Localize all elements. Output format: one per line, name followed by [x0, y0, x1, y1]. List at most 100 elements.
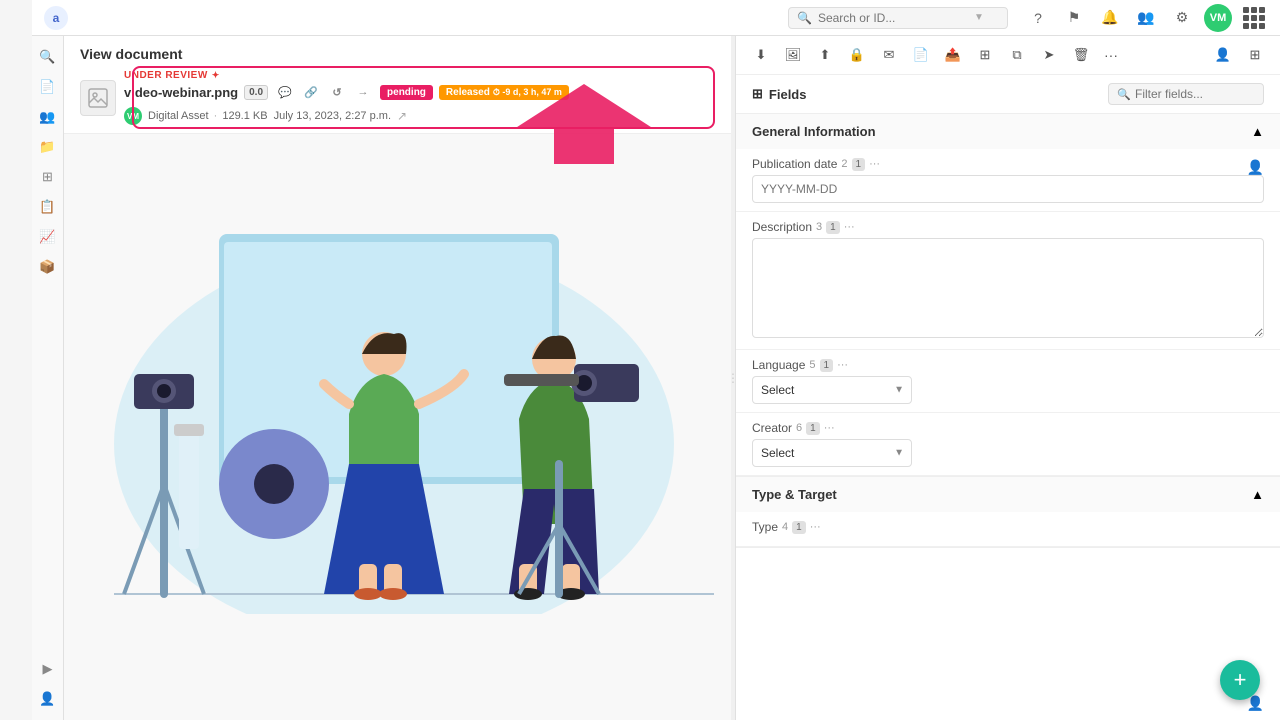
fields-header: ⊞ Fields 🔍	[736, 75, 1280, 114]
comment-btn[interactable]: 💬	[274, 81, 296, 103]
field-more-btn[interactable]: ···	[844, 221, 855, 233]
right-toolbar: ⬇ 🖼 ⬆ 🔒 ✉ 📄 📤 ⊞ ⧉ ➤ 🗑 ··· 👤 ⊞	[736, 36, 1280, 75]
topbar-icons: ? ⚑ 🔔 👥 ⚙ VM	[1024, 4, 1268, 32]
fields-icon: ⊞	[752, 86, 763, 102]
section2-collapse-icon: ▲	[1251, 487, 1264, 502]
toolbar-upload-btn[interactable]: ⬆	[812, 42, 838, 68]
page-title: View document	[80, 46, 715, 62]
type-label: Type 4 1 ···	[752, 520, 1264, 534]
description-label: Description 3 1 ···	[752, 220, 1264, 234]
type-target-title: Type & Target	[752, 487, 837, 502]
language-select-wrapper: Select English French German Spanish ▼	[752, 376, 912, 404]
doc-image-area	[64, 134, 731, 720]
search-input[interactable]	[818, 11, 968, 25]
user-avatar[interactable]: VM	[1204, 4, 1232, 32]
fab-add-button[interactable]: +	[1220, 660, 1260, 700]
toolbar-file-btn[interactable]: 📄	[908, 42, 934, 68]
copy-link-btn[interactable]: 🔗	[300, 81, 322, 103]
doc-date: July 13, 2023, 2:27 p.m.	[274, 110, 391, 122]
language-label: Language 5 1 ···	[752, 358, 1264, 372]
toolbar-person-settings-btn[interactable]: 👤	[1210, 42, 1236, 68]
toolbar-image-btn[interactable]: 🖼	[780, 42, 806, 68]
description-row: Description 3 1 ···	[736, 212, 1280, 350]
field-more-btn[interactable]: ···	[837, 359, 848, 371]
toolbar-export-btn[interactable]: 📤	[940, 42, 966, 68]
toolbar-copy-btn[interactable]: ⧉	[1004, 42, 1030, 68]
left-settings-icon[interactable]: 👤	[35, 686, 61, 712]
type-row: Type 4 1 ···	[736, 512, 1280, 547]
doc-actions: 💬 🔗 ↺ →	[274, 81, 374, 103]
type-target-section: Type & Target ▲ Type 4 1 ···	[736, 477, 1280, 548]
left-box-icon[interactable]: 📦	[35, 254, 61, 280]
toolbar-delete-btn[interactable]: 🗑	[1068, 42, 1094, 68]
arrow-svg	[494, 74, 694, 194]
field-more-btn[interactable]: ···	[824, 422, 835, 434]
doc-illustration	[64, 134, 724, 614]
search-dropdown-icon[interactable]: ▼	[974, 12, 984, 23]
fields-title: ⊞ Fields	[752, 86, 806, 102]
flag-icon[interactable]: ⚑	[1060, 4, 1088, 32]
team-icon[interactable]: 👥	[1132, 4, 1160, 32]
general-information-title: General Information	[752, 124, 876, 139]
logo[interactable]: a	[44, 6, 68, 30]
toolbar-expand-btn[interactable]: ⊞	[1242, 42, 1268, 68]
field-more-btn[interactable]: ···	[869, 158, 880, 170]
toolbar-lock-btn[interactable]: 🔒	[844, 42, 870, 68]
language-row: Language 5 1 ··· Select English French G…	[736, 350, 1280, 413]
doc-user-info: Digital Asset · 129.1 KB	[148, 110, 268, 122]
publication-date-label: Publication date 2 1 ···	[752, 157, 1264, 171]
refresh-btn[interactable]: ↺	[326, 81, 348, 103]
publication-date-input[interactable]	[752, 175, 1264, 203]
toolbar-send-btn[interactable]: ➤	[1036, 42, 1062, 68]
help-icon[interactable]: ?	[1024, 4, 1052, 32]
language-select[interactable]: Select English French German Spanish	[752, 376, 912, 404]
bell-icon[interactable]: 🔔	[1096, 4, 1124, 32]
left-widgets-icon[interactable]: ⊞	[35, 164, 61, 190]
grid-icon	[1243, 7, 1265, 29]
general-information-header[interactable]: General Information ▲	[736, 114, 1280, 149]
main-area: 🔍 📄 👥 📁 ⊞ 📋 📈 📦 ▶ 👤 View document	[32, 36, 1280, 720]
arrow-btn[interactable]: →	[352, 81, 374, 103]
topbar: a 🔍 ▼ ? ⚑ 🔔 👥 ⚙ VM	[32, 0, 1280, 36]
doc-thumbnail	[80, 80, 116, 116]
fields-search-input[interactable]	[1135, 87, 1255, 101]
left-search-icon[interactable]: 🔍	[35, 44, 61, 70]
creator-label: Creator 6 1 ···	[752, 421, 1264, 435]
field-more-btn[interactable]: ···	[810, 521, 821, 533]
section-collapse-icon: ▲	[1251, 124, 1264, 139]
left-users-icon[interactable]: 👥	[35, 104, 61, 130]
toolbar-more-btn[interactable]: ···	[1100, 45, 1122, 65]
description-textarea[interactable]	[752, 238, 1264, 338]
left-analytics-icon[interactable]: 📈	[35, 224, 61, 250]
drag-handle[interactable]	[731, 36, 735, 720]
grid-apps-icon[interactable]	[1240, 4, 1268, 32]
status-pending-badge: pending	[380, 85, 433, 100]
left-expand-icon[interactable]: ▶	[35, 656, 61, 682]
left-folder-icon[interactable]: 📁	[35, 134, 61, 160]
doc-view: View document UNDER REVIEW	[64, 36, 731, 720]
creator-row: Creator 6 1 ··· Select User 1 User 2 Use…	[736, 413, 1280, 476]
general-information-section: General Information ▲ 👤 Publication date…	[736, 114, 1280, 477]
doc-user-avatar: VM	[124, 107, 142, 125]
toolbar-email-btn[interactable]: ✉	[876, 42, 902, 68]
share-icon: ↗	[397, 109, 407, 123]
search-icon: 🔍	[797, 11, 812, 25]
type-target-header[interactable]: Type & Target ▲	[736, 477, 1280, 512]
settings-icon[interactable]: ⚙	[1168, 4, 1196, 32]
fields-search[interactable]: 🔍	[1108, 83, 1264, 105]
left-doc-icon[interactable]: 📄	[35, 74, 61, 100]
publication-date-row: 👤 Publication date 2 1 ···	[736, 149, 1280, 212]
toolbar-download-btn[interactable]: ⬇	[748, 42, 774, 68]
version-badge: 0.0	[244, 85, 268, 100]
left-report-icon[interactable]: 📋	[35, 194, 61, 220]
person-btn[interactable]: 👤	[1247, 159, 1264, 176]
creator-select[interactable]: Select User 1 User 2 User 3	[752, 439, 912, 467]
creator-select-wrapper: Select User 1 User 2 User 3 ▼	[752, 439, 912, 467]
fields-content: General Information ▲ 👤 Publication date…	[736, 114, 1280, 720]
left-panel: 🔍 📄 👥 📁 ⊞ 📋 📈 📦 ▶ 👤	[32, 36, 64, 720]
toolbar-grid-btn[interactable]: ⊞	[972, 42, 998, 68]
right-panel: ⬇ 🖼 ⬆ 🔒 ✉ 📄 📤 ⊞ ⧉ ➤ 🗑 ··· 👤 ⊞ ⊞ Fields	[735, 36, 1280, 720]
logo-icon: a	[44, 6, 68, 30]
fields-search-icon: 🔍	[1117, 88, 1131, 101]
search-bar[interactable]: 🔍 ▼	[788, 7, 1008, 29]
